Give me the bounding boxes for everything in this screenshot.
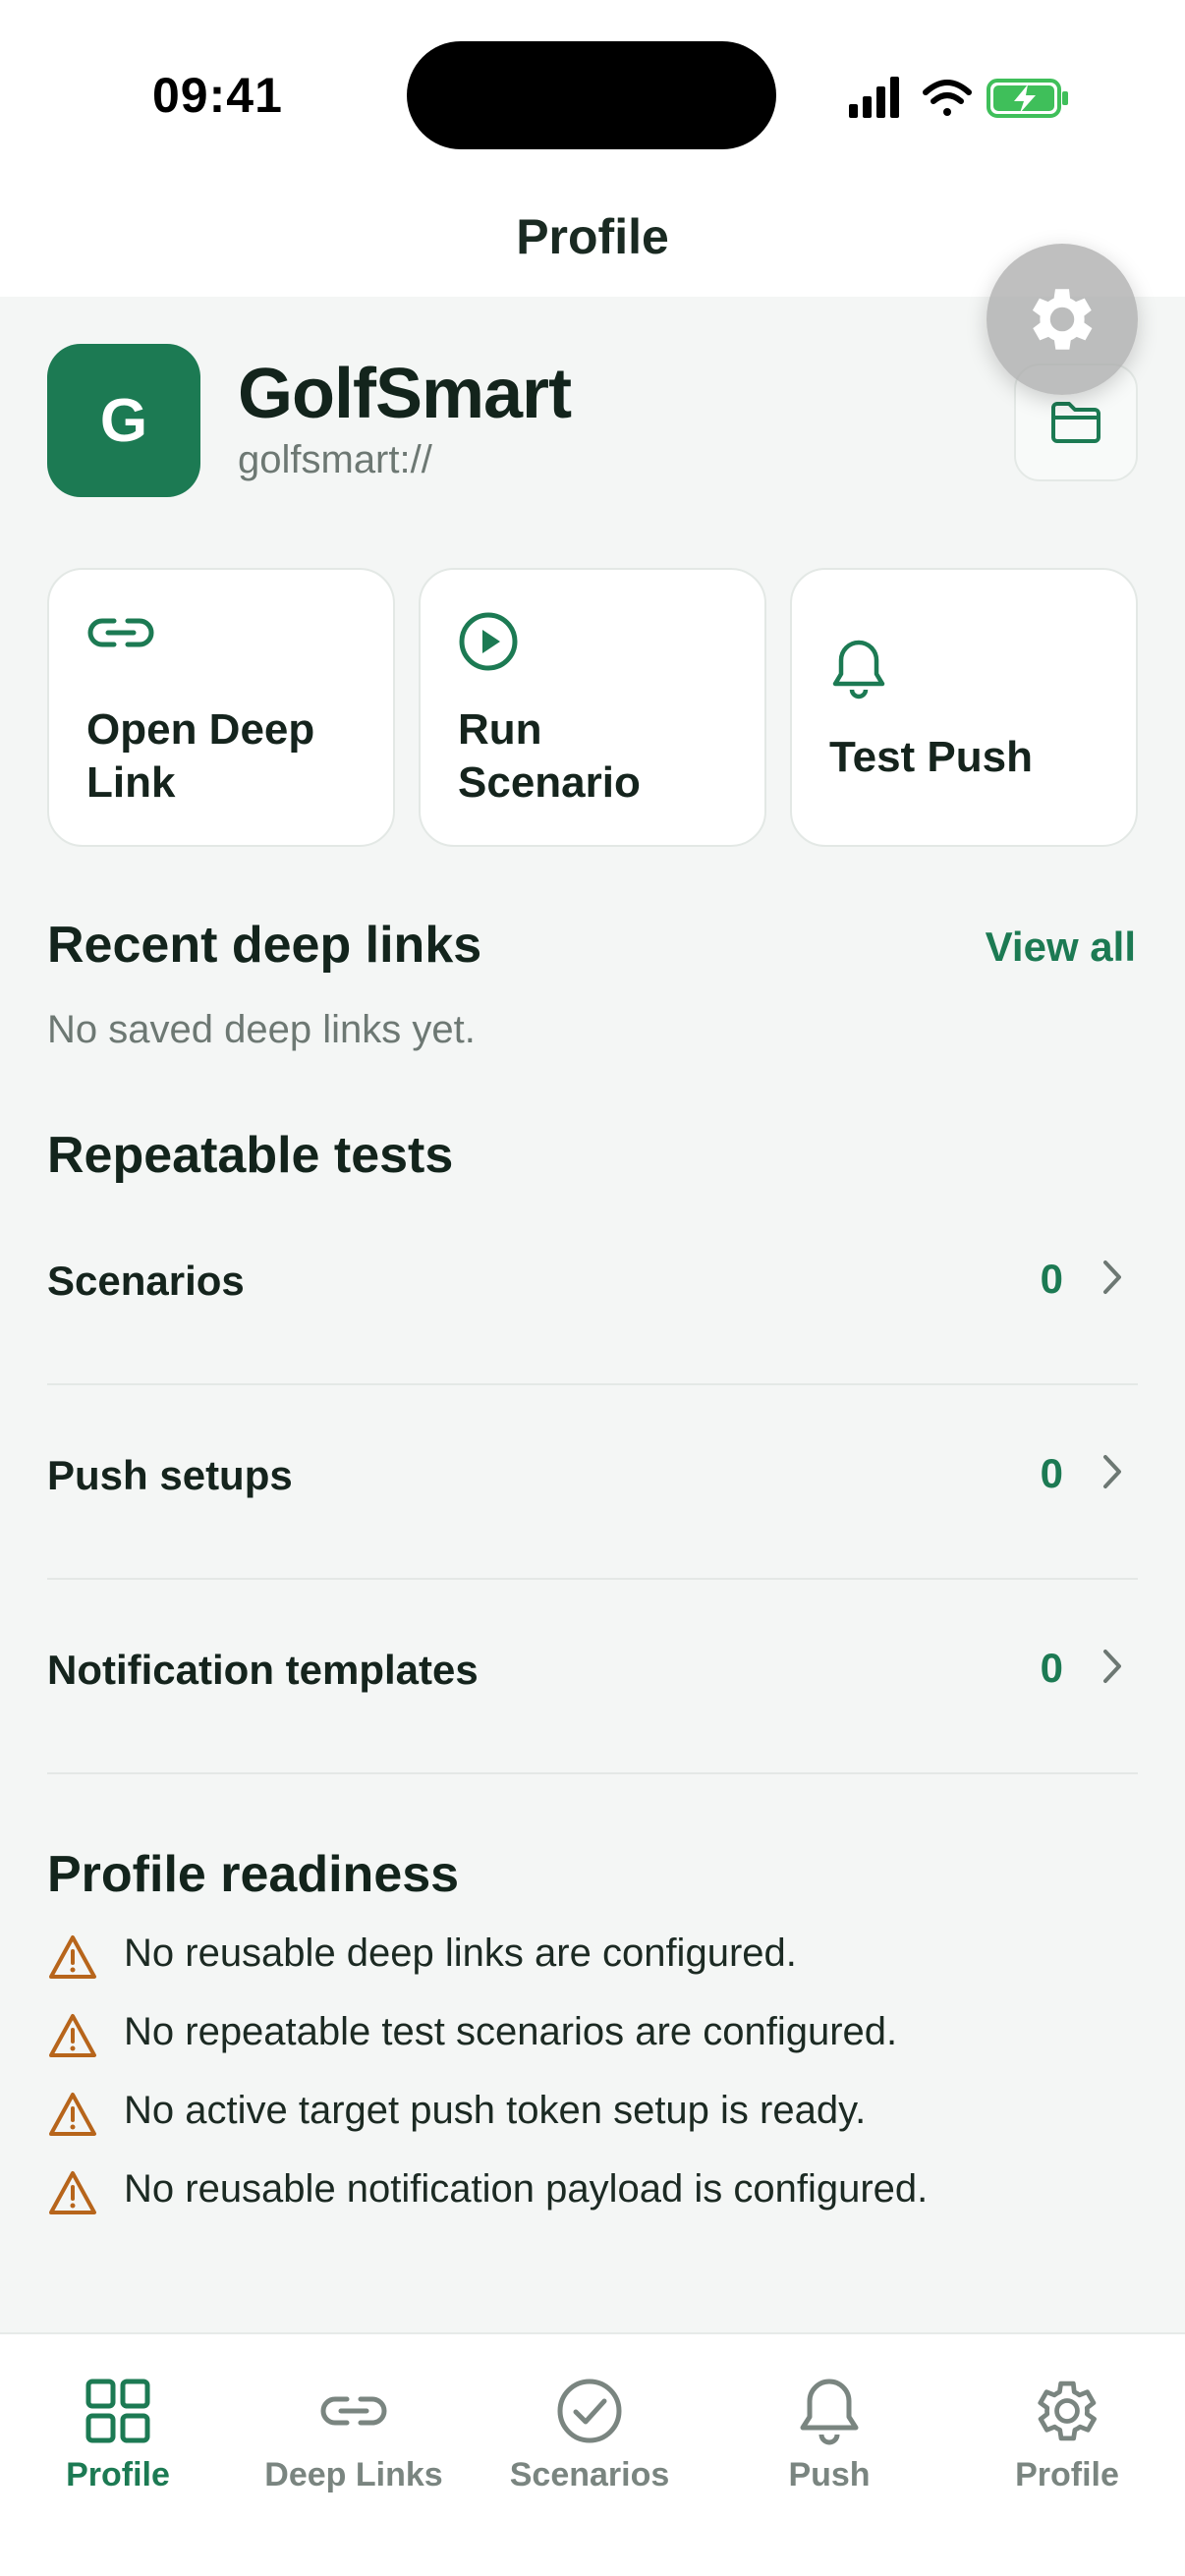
top-bar: 09:41 Profile — [0, 0, 1185, 297]
warning-icon — [49, 2014, 96, 2057]
tab-label: Push — [788, 2456, 871, 2493]
play-circle-icon — [459, 612, 518, 671]
profile-readiness-heading: Profile readiness — [47, 1846, 460, 1903]
row-label: Scenarios — [47, 1258, 245, 1304]
run-scenario-label-2: Scenario — [458, 758, 641, 807]
test-push-label: Test Push — [829, 733, 1034, 781]
app-avatar: G — [47, 344, 200, 497]
profile-screen: 09:41 Profile G GolfSmart golfsmart:// O… — [0, 0, 1185, 2576]
open-deep-link-label-1: Open Deep — [86, 705, 315, 754]
row-label: Push setups — [47, 1452, 293, 1498]
tab-bar: Profile Deep Links Scenarios Push Profil… — [0, 2332, 1185, 2576]
check-circle-icon — [557, 2379, 622, 2443]
readiness-text: No active target push token setup is rea… — [124, 2089, 867, 2132]
view-all-link[interactable]: View all — [986, 924, 1136, 971]
gear-icon — [1032, 289, 1093, 350]
warning-icon — [49, 2171, 96, 2214]
status-icons — [845, 71, 1081, 126]
bell-icon — [832, 640, 885, 700]
tab-label: Scenarios — [509, 2456, 670, 2493]
battery-icon — [987, 79, 1068, 118]
warning-icon — [49, 2093, 96, 2136]
row-count: 0 — [1040, 1450, 1063, 1496]
recent-deep-links-heading: Recent deep links — [47, 917, 482, 974]
chevron-right-icon — [1103, 1650, 1121, 1683]
tab-profile[interactable]: Profile — [0, 2374, 236, 2494]
tab-push[interactable]: Push — [711, 2374, 947, 2494]
folder-icon — [1051, 402, 1100, 443]
run-scenario-label-1: Run — [458, 705, 542, 754]
run-scenario-card[interactable]: Run Scenario — [419, 568, 766, 847]
gear-icon — [1038, 2380, 1097, 2441]
tab-label: Profile — [66, 2456, 170, 2493]
bell-icon — [800, 2379, 859, 2445]
test-push-card[interactable]: Test Push — [790, 568, 1138, 847]
app-name: GolfSmart — [238, 355, 572, 433]
floating-settings-button[interactable] — [987, 244, 1138, 395]
tab-scenarios[interactable]: Scenarios — [472, 2374, 707, 2494]
tab-deep-links[interactable]: Deep Links — [236, 2374, 472, 2494]
tab-label: Deep Links — [264, 2456, 443, 2493]
readiness-text: No reusable deep links are configured. — [124, 1932, 797, 1975]
row-scenarios[interactable]: Scenarios 0 — [47, 1191, 1138, 1385]
row-push-setups[interactable]: Push setups 0 — [47, 1385, 1138, 1580]
chevron-right-icon — [1103, 1260, 1121, 1294]
readiness-text: No repeatable test scenarios are configu… — [124, 2010, 898, 2053]
open-deep-link-card[interactable]: Open Deep Link — [47, 568, 395, 847]
row-count: 0 — [1040, 1645, 1063, 1691]
grid-icon — [85, 2379, 150, 2443]
readiness-text: No reusable notification payload is conf… — [124, 2167, 929, 2211]
recent-empty-text: No saved deep links yet. — [47, 1008, 476, 1051]
row-label: Notification templates — [47, 1647, 479, 1693]
signal-icon — [849, 77, 899, 118]
status-time: 09:41 — [152, 68, 283, 123]
row-notification-templates[interactable]: Notification templates 0 — [47, 1580, 1138, 1774]
wifi-icon — [923, 80, 972, 116]
row-count: 0 — [1040, 1256, 1063, 1302]
tab-settings-profile[interactable]: Profile — [949, 2374, 1185, 2494]
warning-icon — [49, 1935, 96, 1979]
open-deep-link-label-2: Link — [86, 758, 176, 807]
link-icon — [87, 618, 154, 647]
dynamic-island — [407, 41, 776, 149]
chevron-right-icon — [1103, 1455, 1121, 1488]
link-icon — [320, 2396, 387, 2426]
repeatable-tests-heading: Repeatable tests — [47, 1127, 454, 1184]
app-scheme: golfsmart:// — [238, 438, 432, 481]
tab-label: Profile — [1015, 2456, 1119, 2493]
page-title: Profile — [516, 209, 669, 264]
